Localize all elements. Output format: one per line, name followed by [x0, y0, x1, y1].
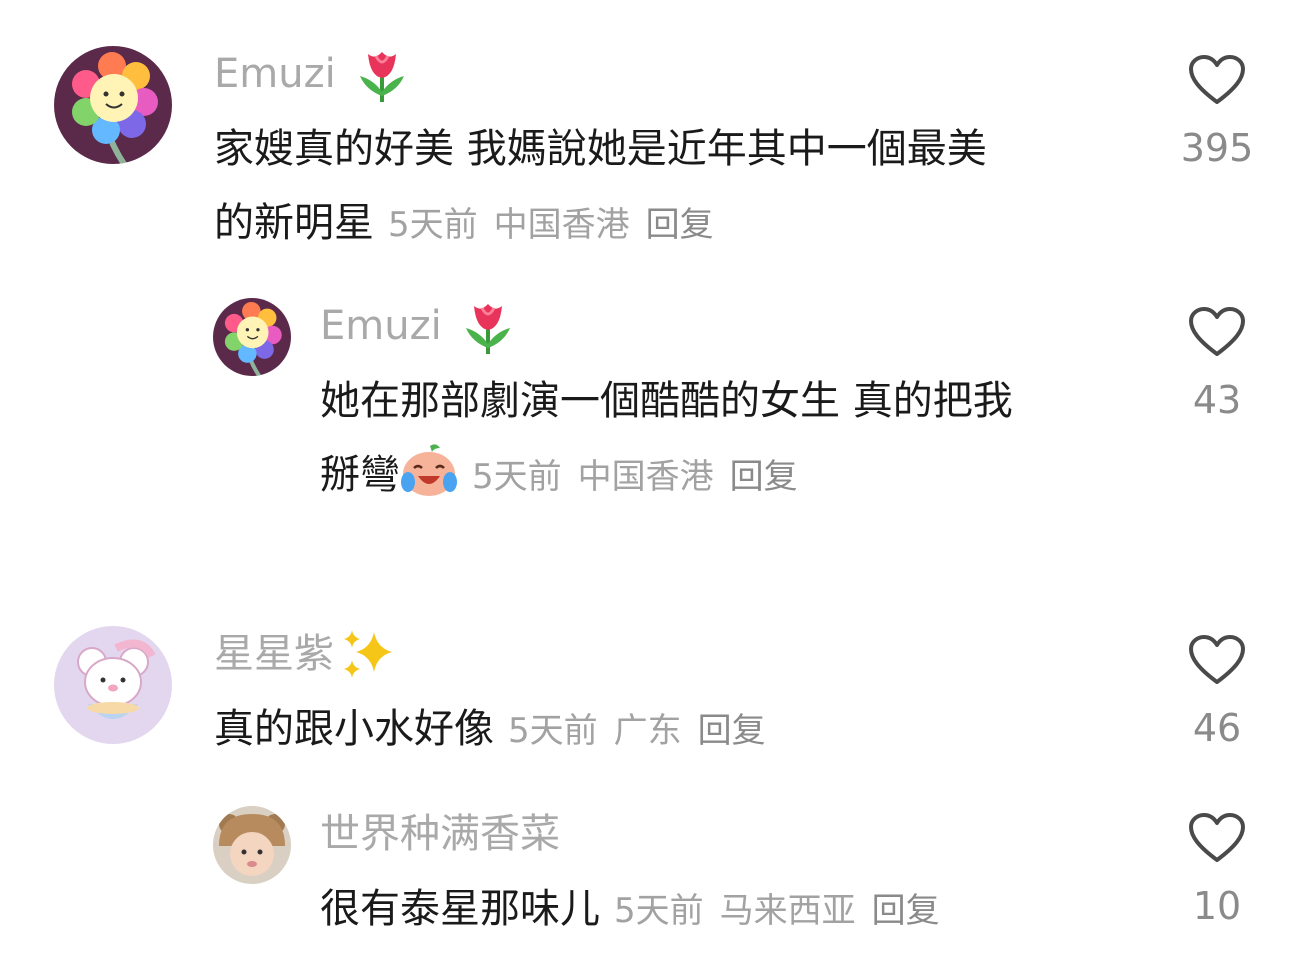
crying-laughing-face-icon — [400, 442, 458, 522]
sparkles-icon — [338, 626, 400, 682]
comment-meta: 5天前 广东 回复 — [508, 711, 766, 751]
timestamp: 5天前 — [508, 711, 598, 751]
comment-text-line: 很有泰星那味儿 — [320, 886, 600, 932]
username-text: 星星紫 — [214, 631, 334, 677]
comment-text: 很有泰星那味儿 5天前 马来西亚 回复 — [320, 872, 1140, 948]
location: 中国香港 — [577, 457, 714, 497]
username-text: 世界种满香菜 — [320, 811, 560, 857]
heart-icon — [1189, 813, 1245, 862]
comment-meta: 5天前 中国香港 回复 — [472, 457, 798, 497]
reply-button[interactable]: 回复 — [872, 891, 940, 931]
avatar[interactable] — [54, 626, 172, 744]
like-button[interactable]: 43 — [1157, 306, 1277, 424]
like-button[interactable]: 10 — [1157, 812, 1277, 930]
flower-avatar-icon — [54, 46, 172, 164]
comment-text: 家嫂真的好美 我媽說她是近年其中一個最美 的新明星 5天前 中国香港 回复 — [214, 112, 1114, 262]
username[interactable]: Emuzi — [320, 298, 1140, 354]
comment-list: Emuzi 家嫂真的好美 我媽說她是近年其中一個最美 的新明星 5天前 中国香港 回复 — [0, 0, 1304, 960]
like-button[interactable]: 395 — [1157, 54, 1277, 172]
reply-button[interactable]: 回复 — [698, 711, 766, 751]
comment-text-line: 掰彎 — [320, 452, 400, 498]
comment-text: 她在那部劇演一個酷酷的女生 真的把我 掰彎 5天前 中国香港 回复 — [320, 364, 1140, 522]
baby-avatar-icon — [213, 806, 291, 884]
reply-button[interactable]: 回复 — [646, 205, 714, 245]
heart-icon — [1189, 307, 1245, 356]
like-count: 10 — [1192, 884, 1242, 928]
comment-item: 星星紫 真的跟小水好像 5天前 广东 回复 — [54, 626, 1114, 768]
comment-text-line: 真的跟小水好像 — [214, 706, 494, 752]
avatar[interactable] — [213, 806, 291, 884]
like-count: 46 — [1192, 706, 1242, 750]
flower-avatar-icon — [213, 298, 291, 376]
tulip-icon — [356, 46, 408, 102]
comment-text: 真的跟小水好像 5天前 广东 回复 — [214, 692, 1114, 768]
heart-icon — [1189, 55, 1245, 104]
username[interactable]: 世界种满香菜 — [320, 806, 1140, 862]
username-text: Emuzi — [320, 303, 442, 349]
location: 中国香港 — [493, 205, 630, 245]
location: 马来西亚 — [719, 891, 856, 931]
comment-text-line: 家嫂真的好美 我媽說她是近年其中一個最美 — [214, 126, 987, 172]
tulip-icon — [462, 298, 514, 354]
comment-item: Emuzi 家嫂真的好美 我媽說她是近年其中一個最美 的新明星 5天前 中国香港 回复 — [54, 46, 1114, 262]
like-count: 43 — [1192, 378, 1242, 422]
avatar[interactable] — [213, 298, 291, 376]
reply-item: 世界种满香菜 很有泰星那味儿 5天前 马来西亚 回复 — [213, 806, 1140, 948]
comment-text-line: 的新明星 — [214, 200, 374, 246]
comment-text-line: 她在那部劇演一個酷酷的女生 真的把我 — [320, 378, 1013, 424]
username[interactable]: Emuzi — [214, 46, 1114, 102]
comment-meta: 5天前 马来西亚 回复 — [614, 891, 940, 931]
username[interactable]: 星星紫 — [214, 626, 1114, 682]
reply-button[interactable]: 回复 — [730, 457, 798, 497]
like-button[interactable]: 46 — [1157, 634, 1277, 752]
like-count: 395 — [1180, 126, 1254, 170]
bear-avatar-icon — [54, 626, 172, 744]
reply-item: Emuzi 她在那部劇演一個酷酷的女生 真的把我 掰彎 5天前 中国香港 回复 — [213, 298, 1140, 522]
timestamp: 5天前 — [388, 205, 478, 245]
avatar[interactable] — [54, 46, 172, 164]
heart-icon — [1189, 635, 1245, 684]
username-text: Emuzi — [214, 51, 336, 97]
timestamp: 5天前 — [614, 891, 704, 931]
location: 广东 — [613, 711, 682, 751]
timestamp: 5天前 — [472, 457, 562, 497]
comment-meta: 5天前 中国香港 回复 — [388, 205, 714, 245]
